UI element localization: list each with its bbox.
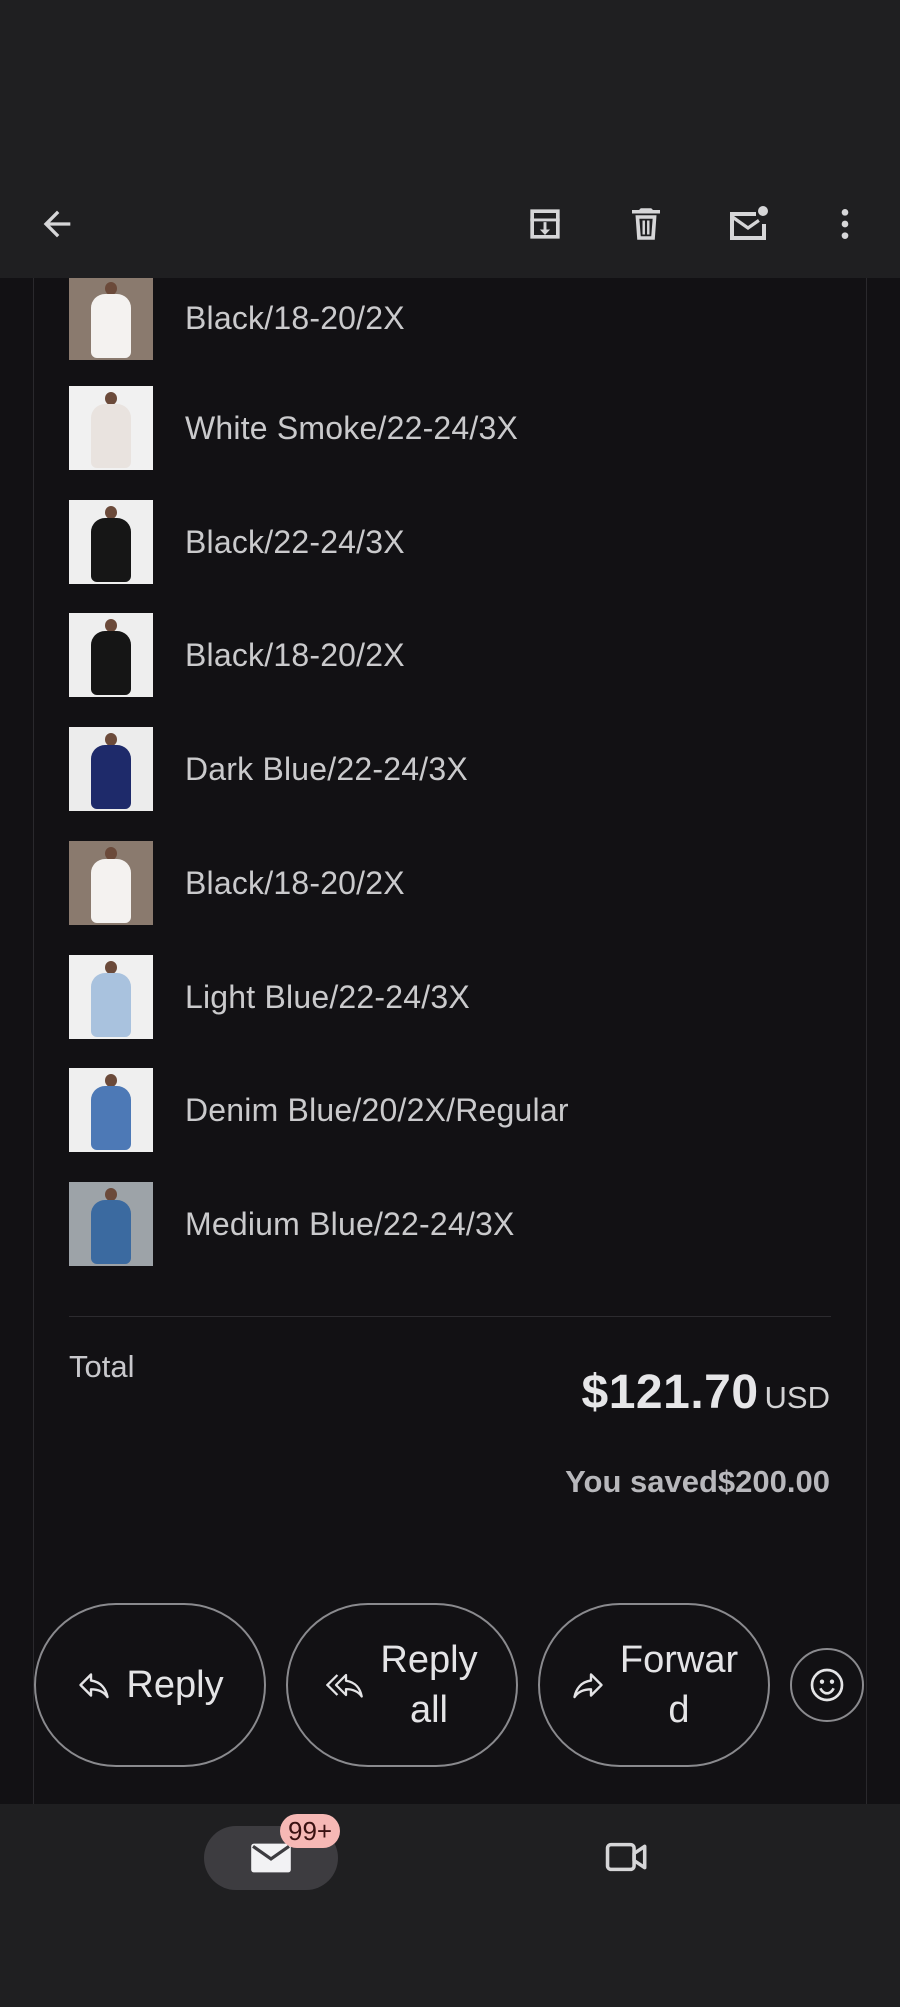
reply-actions: Reply Reply all Forwar d xyxy=(0,1600,900,1770)
total-value: $121.70 xyxy=(581,1366,759,1419)
variant-label: Black/22-24/3X xyxy=(185,523,405,560)
order-item[interactable]: Denim Blue/20/2X/Regular xyxy=(69,1068,829,1152)
variant-label: Black/18-20/2X xyxy=(185,864,405,901)
emoji-reaction-button[interactable] xyxy=(790,1648,864,1722)
product-thumbnail[interactable] xyxy=(69,955,153,1039)
variant-label: Denim Blue/20/2X/Regular xyxy=(185,1091,569,1128)
order-item[interactable]: Black/22-24/3X xyxy=(69,500,829,584)
video-camera-icon xyxy=(605,1842,647,1872)
variant-label: Dark Blue/22-24/3X xyxy=(185,750,468,787)
forward-icon xyxy=(570,1667,606,1703)
unread-badge: 99+ xyxy=(280,1814,341,1848)
forward-label: Forwar d xyxy=(619,1639,739,1731)
product-thumbnail[interactable] xyxy=(69,841,153,925)
order-item[interactable]: Black/18-20/2X xyxy=(69,613,829,697)
product-thumbnail[interactable] xyxy=(69,1182,153,1266)
product-thumbnail[interactable] xyxy=(69,727,153,811)
total-amount: $121.70 USD xyxy=(582,1365,830,1420)
archive-button[interactable] xyxy=(513,192,577,256)
forward-button[interactable]: Forwar d xyxy=(538,1603,770,1767)
mail-icon xyxy=(251,1843,291,1873)
order-item[interactable]: Dark Blue/22-24/3X xyxy=(69,727,829,811)
order-item[interactable]: Black/18-20/2X xyxy=(69,278,829,360)
smiley-icon xyxy=(810,1668,844,1702)
reply-label: Reply xyxy=(126,1664,224,1706)
savings-text: You saved$200.00 xyxy=(565,1464,830,1499)
product-thumbnail[interactable] xyxy=(69,500,153,584)
delete-button[interactable] xyxy=(614,192,678,256)
variant-label: Light Blue/22-24/3X xyxy=(185,978,470,1015)
order-item[interactable]: Black/18-20/2X xyxy=(69,841,829,925)
mark-unread-button[interactable] xyxy=(716,192,780,256)
reply-all-button[interactable]: Reply all xyxy=(286,1603,518,1767)
reply-all-label: Reply all xyxy=(380,1639,478,1731)
total-currency: USD xyxy=(764,1380,830,1415)
back-button[interactable] xyxy=(25,192,89,256)
variant-label: Medium Blue/22-24/3X xyxy=(185,1205,515,1242)
arrow-left-icon xyxy=(43,210,71,238)
reply-all-icon xyxy=(326,1667,366,1703)
bottom-navigation: 99+ xyxy=(0,1804,900,2007)
trash-icon xyxy=(632,208,660,240)
summary-divider xyxy=(69,1316,831,1317)
reply-icon xyxy=(76,1667,112,1703)
order-item[interactable]: Medium Blue/22-24/3X xyxy=(69,1182,829,1266)
product-thumbnail[interactable] xyxy=(69,278,153,360)
variant-label: Black/18-20/2X xyxy=(185,636,405,673)
archive-icon xyxy=(530,209,560,239)
variant-label: White Smoke/22-24/3X xyxy=(185,409,519,446)
mail-unread-icon xyxy=(730,206,768,240)
status-bar-area xyxy=(0,0,900,170)
nav-meet-tab[interactable] xyxy=(602,1832,652,1882)
email-toolbar xyxy=(0,170,900,278)
more-options-button[interactable] xyxy=(813,192,877,256)
product-thumbnail[interactable] xyxy=(69,386,153,470)
order-item[interactable]: Light Blue/22-24/3X xyxy=(69,955,829,1039)
variant-label: Black/18-20/2X xyxy=(185,299,405,336)
total-label: Total xyxy=(69,1349,135,1384)
more-vertical-icon xyxy=(841,209,849,239)
reply-button[interactable]: Reply xyxy=(34,1603,266,1767)
product-thumbnail[interactable] xyxy=(69,613,153,697)
email-body[interactable]: Black/18-20/2X White Smoke/22-24/3X Black/… xyxy=(0,278,900,1804)
order-item[interactable]: White Smoke/22-24/3X xyxy=(69,386,829,470)
product-thumbnail[interactable] xyxy=(69,1068,153,1152)
